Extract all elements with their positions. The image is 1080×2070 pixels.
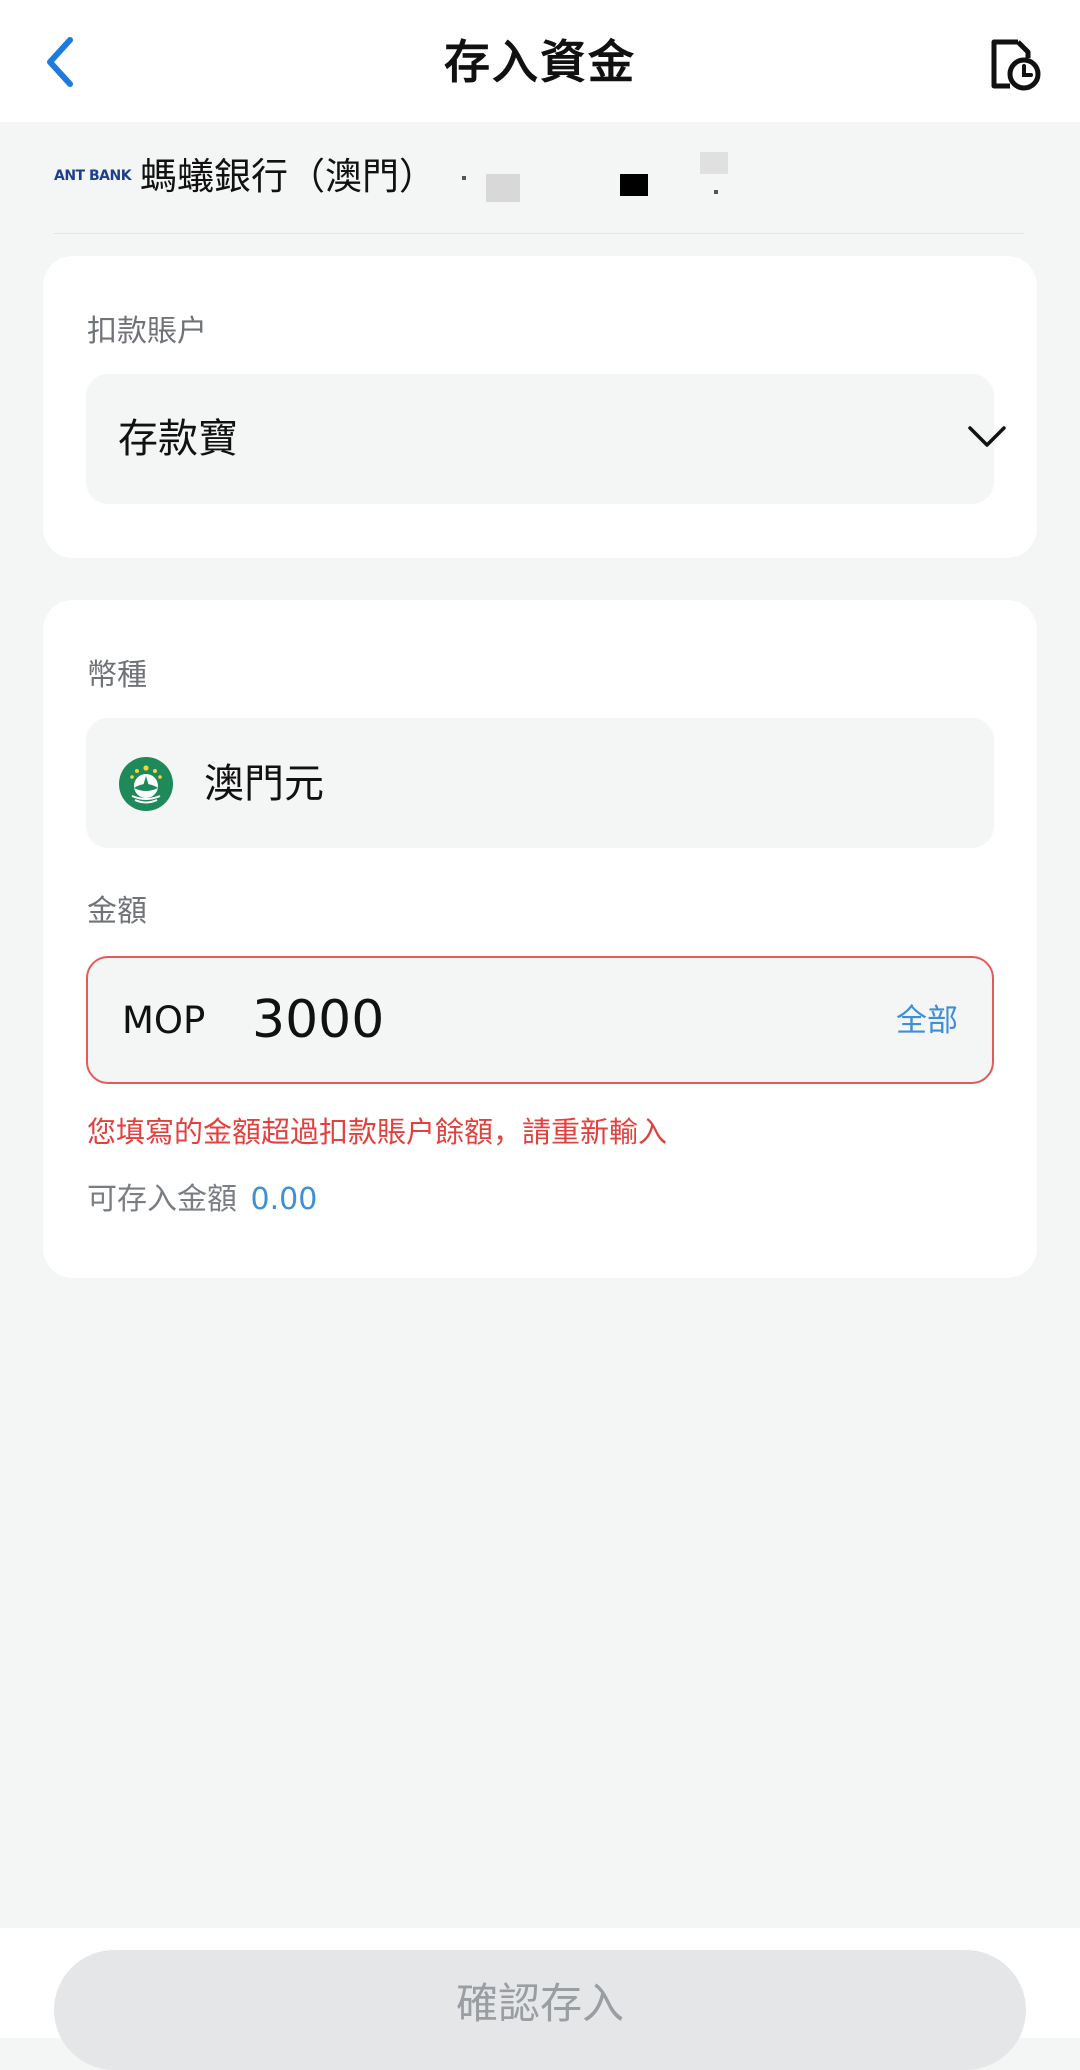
debit-account-select[interactable]: 存款寶 [86,374,1006,504]
bank-logo: ANT BANK [54,168,132,184]
amount-field[interactable]: MOP 全部 [86,956,994,1084]
confirm-deposit-label: 確認存入 [455,1980,624,2027]
chevron-down-icon [968,426,1006,447]
redaction-mark [620,174,648,196]
amount-card: 幣種 澳門元 金額 MOP 全部 您填寫的金額超過扣款賬户餘額，請重新輸入 可存… [43,600,1037,1278]
redaction-mark [700,152,728,174]
record-history-icon [991,39,1041,91]
redaction-mark [714,190,718,194]
currency-label: 幣種 [87,658,147,693]
available-amount: 可存入金額 0.00 [87,1178,317,1222]
macau-flag-icon [119,757,173,811]
debit-account-label: 扣款賬户 [87,314,207,349]
page-title: 存入資金 [444,35,636,89]
debit-account-value: 存款寶 [118,416,238,462]
available-amount-label: 可存入金額 [87,1182,237,1217]
currency-name: 澳門元 [204,761,324,807]
confirm-deposit-button[interactable]: 確認存入 [54,1950,1026,2070]
amount-label: 金額 [87,894,147,929]
amount-currency-code: MOP [122,999,206,1042]
history-button[interactable] [984,34,1044,94]
top-navigation-bar: 存入資金 [0,0,1080,122]
amount-error-message: 您填寫的金額超過扣款賬户餘額，請重新輸入 [87,1115,668,1149]
fill-all-button[interactable]: 全部 [896,1000,958,1042]
redaction-mark [462,176,466,180]
available-amount-value: 0.00 [250,1182,318,1217]
redaction-mark [486,174,520,202]
debit-account-card: 扣款賬户 存款寶 [43,256,1037,558]
bank-name: 螞蟻銀行（澳門） [140,155,436,198]
bank-account-row: ANT BANK 螞蟻銀行（澳門） [54,140,1024,234]
currency-select[interactable]: 澳門元 [86,718,994,848]
amount-input[interactable] [252,988,752,1052]
